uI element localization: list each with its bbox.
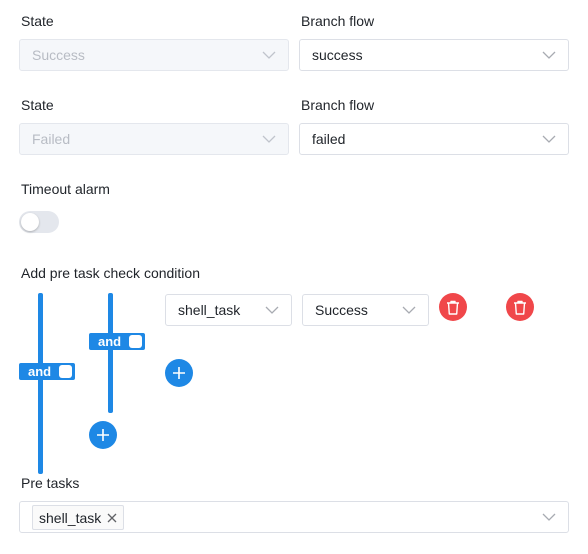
pre-tasks-label: Pre tasks xyxy=(21,475,80,491)
inner-relation-switch[interactable]: and xyxy=(89,333,145,350)
trash-icon xyxy=(513,300,527,315)
state-label: State xyxy=(21,97,54,113)
branch-flow-value: success xyxy=(312,47,363,63)
branch-flow-select-failed[interactable]: failed xyxy=(299,123,569,155)
timeout-alarm-label: Timeout alarm xyxy=(21,181,110,197)
plus-icon xyxy=(172,366,186,380)
pre-task-tag-label: shell_task xyxy=(39,509,102,526)
add-condition-button[interactable] xyxy=(165,359,193,387)
trash-icon xyxy=(446,300,460,315)
chevron-down-icon xyxy=(262,135,276,143)
state-label: State xyxy=(21,13,54,29)
inner-relation-label: and xyxy=(98,334,122,349)
delete-group-button[interactable] xyxy=(506,293,534,321)
outer-relation-switch[interactable]: and xyxy=(19,363,75,380)
inner-relation-bar xyxy=(108,293,113,413)
condition-status-select[interactable]: Success xyxy=(302,294,429,326)
chevron-down-icon xyxy=(262,51,276,59)
chevron-down-icon xyxy=(542,51,556,59)
state-select-failed: Failed xyxy=(19,123,289,155)
plus-icon xyxy=(96,428,110,442)
condition-task-select[interactable]: shell_task xyxy=(165,294,292,326)
pre-task-check-label: Add pre task check condition xyxy=(21,265,200,281)
state-select-value: Failed xyxy=(32,131,71,147)
outer-relation-label: and xyxy=(28,364,52,379)
branch-flow-select-success[interactable]: success xyxy=(299,39,569,71)
chevron-down-icon xyxy=(542,135,556,143)
state-select-success: Success xyxy=(19,39,289,71)
add-group-button[interactable] xyxy=(89,421,117,449)
switch-handle xyxy=(129,335,142,348)
branch-flow-label: Branch flow xyxy=(301,13,375,29)
close-icon[interactable] xyxy=(107,513,117,523)
timeout-alarm-toggle[interactable] xyxy=(19,211,59,233)
branch-flow-label: Branch flow xyxy=(301,97,375,113)
chevron-down-icon xyxy=(402,306,416,314)
chevron-down-icon xyxy=(542,513,556,521)
outer-relation-bar xyxy=(38,293,43,474)
delete-condition-button[interactable] xyxy=(439,293,467,321)
switch-handle xyxy=(59,365,72,378)
pre-task-tag: shell_task xyxy=(32,505,125,530)
chevron-down-icon xyxy=(265,306,279,314)
toggle-knob xyxy=(21,213,39,231)
state-select-value: Success xyxy=(32,47,85,63)
branch-flow-value: failed xyxy=(312,131,346,147)
